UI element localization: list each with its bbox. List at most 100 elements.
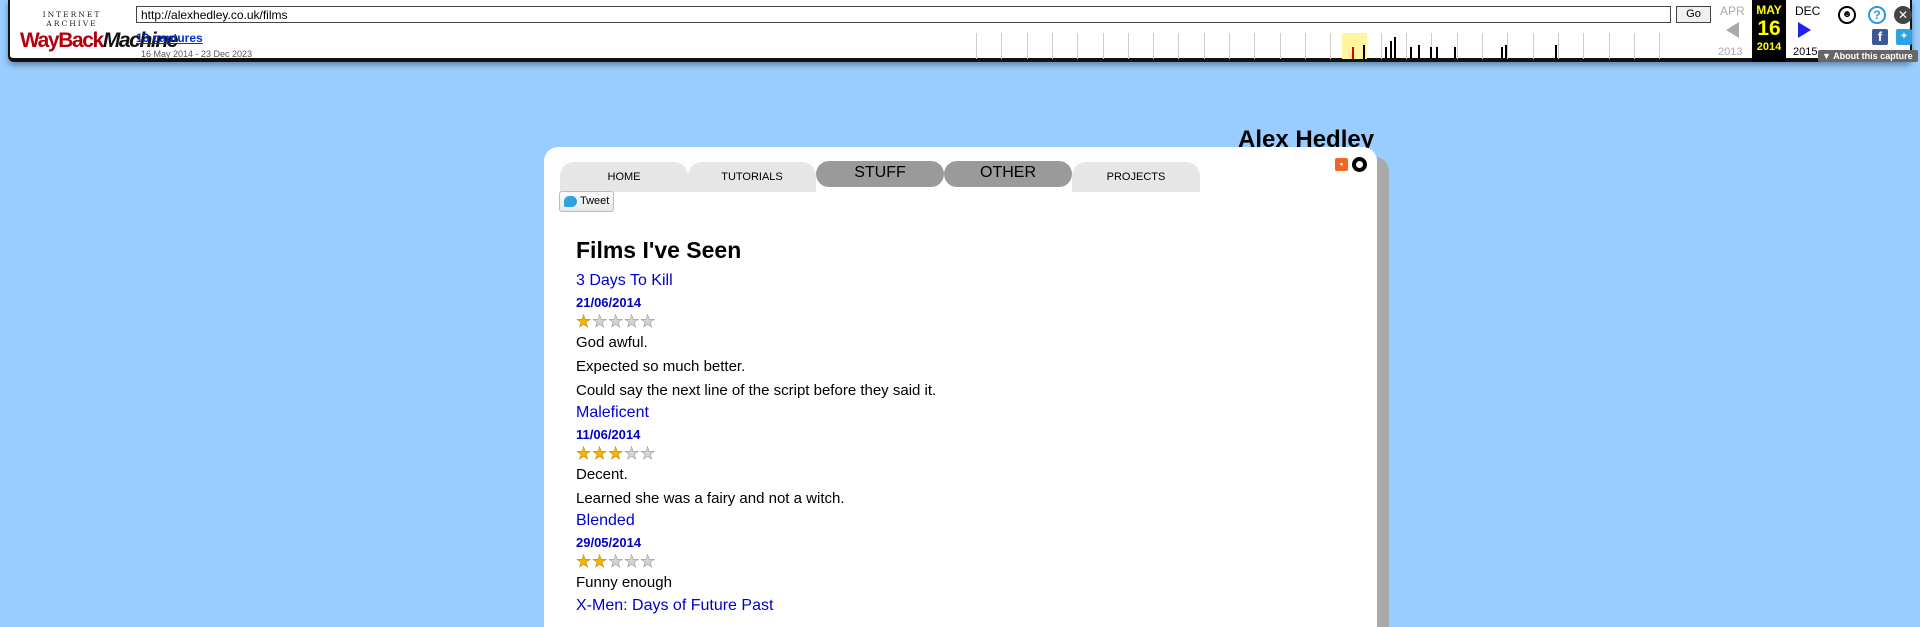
film-entry: 3 Days To Kill 21/06/2014 ★★★★★ God awfu…	[576, 271, 936, 403]
film-entry: X-Men: Days of Future Past	[576, 596, 773, 616]
year-divider	[1558, 33, 1559, 59]
review-line: Could say the next line of the script be…	[576, 382, 937, 399]
next-arrow-icon[interactable]	[1798, 22, 1811, 38]
year-divider	[1052, 33, 1053, 59]
tab-other[interactable]: OTHER	[944, 161, 1072, 187]
star-empty-icon: ★	[640, 444, 656, 463]
next-year-label[interactable]: 2015	[1793, 46, 1817, 58]
wayback-logo[interactable]: INTERNET ARCHIVE WayBackMachine	[20, 10, 178, 52]
capture-mark[interactable]	[1436, 47, 1438, 59]
year-divider	[976, 33, 977, 59]
film-title-link[interactable]: X-Men: Days of Future Past	[576, 596, 773, 616]
close-icon[interactable]: ✕	[1894, 6, 1912, 24]
star-filled-icon: ★	[592, 552, 608, 571]
year-divider	[1178, 33, 1179, 59]
star-empty-icon: ★	[592, 312, 608, 331]
capture-mark[interactable]	[1555, 45, 1557, 59]
film-entry: Maleficent 11/06/2014 ★★★★★ Decent. Lear…	[576, 403, 845, 511]
tab-tutorials[interactable]: TUTORIALS	[688, 162, 816, 192]
film-date: 29/05/2014	[576, 535, 642, 550]
year-divider	[1103, 33, 1104, 59]
prev-year-label[interactable]: 2013	[1718, 46, 1742, 58]
year-divider	[1280, 33, 1281, 59]
star-rating: ★★★★★	[576, 444, 845, 463]
page-title: Films I've Seen	[576, 237, 742, 263]
help-icon[interactable]: ?	[1868, 6, 1886, 24]
month-navigator: APR 2013 MAY 16 2014 DEC 2015	[1718, 0, 1828, 62]
current-capture-date: MAY 16 2014	[1752, 0, 1786, 62]
year-divider	[1533, 33, 1534, 59]
wayback-toolbar: INTERNET ARCHIVE WayBackMachine http://a…	[8, 0, 1918, 62]
logo-top-text: INTERNET ARCHIVE	[42, 10, 102, 28]
year-divider	[1457, 33, 1458, 59]
review-line: Expected so much better.	[576, 358, 746, 375]
prev-month-label[interactable]: APR	[1720, 4, 1745, 18]
film-title-link[interactable]: Maleficent	[576, 403, 845, 423]
year-divider	[1583, 33, 1584, 59]
tab-stuff[interactable]: STUFF	[816, 161, 944, 187]
year-divider	[1254, 33, 1255, 59]
capture-mark[interactable]	[1418, 45, 1420, 59]
capture-mark[interactable]	[1454, 47, 1456, 59]
year-divider	[1659, 33, 1660, 59]
star-empty-icon: ★	[640, 312, 656, 331]
year-divider	[1077, 33, 1078, 59]
tab-projects[interactable]: PROJECTS	[1072, 162, 1200, 192]
capture-mark[interactable]	[1363, 45, 1365, 59]
year-divider	[1330, 33, 1331, 59]
facebook-icon[interactable]: f	[1872, 29, 1888, 45]
rss-icon[interactable]: •	[1335, 158, 1348, 171]
year-divider	[1507, 33, 1508, 59]
captures-link[interactable]: 13 captures	[136, 31, 203, 45]
film-title-link[interactable]: Blended	[576, 511, 672, 531]
tab-home[interactable]: HOME	[560, 162, 688, 192]
year-divider	[1305, 33, 1306, 59]
review-line: God awful.	[576, 334, 648, 351]
star-filled-icon: ★	[608, 444, 624, 463]
star-filled-icon: ★	[576, 312, 592, 331]
star-empty-icon: ★	[624, 312, 640, 331]
go-button[interactable]: Go	[1676, 6, 1711, 23]
capture-mark[interactable]	[1501, 47, 1503, 59]
year-divider	[1229, 33, 1230, 59]
capture-mark[interactable]	[1390, 41, 1392, 59]
capture-range: 16 May 2014 - 23 Dec 2023	[141, 49, 253, 59]
url-input[interactable]: http://alexhedley.co.uk/films	[136, 6, 1671, 23]
star-empty-icon: ★	[608, 552, 624, 571]
star-empty-icon: ★	[608, 312, 624, 331]
feed-icon[interactable]	[1352, 157, 1367, 172]
capture-mark[interactable]	[1410, 47, 1412, 59]
film-entry: Blended 29/05/2014 ★★★★★ Funny enough	[576, 511, 672, 595]
prev-arrow-icon[interactable]	[1726, 22, 1739, 38]
star-filled-icon: ★	[592, 444, 608, 463]
year-divider	[1153, 33, 1154, 59]
review-line: Funny enough	[576, 574, 672, 591]
capture-mark[interactable]	[1394, 37, 1396, 59]
star-rating: ★★★★★	[576, 312, 936, 331]
star-filled-icon: ★	[576, 552, 592, 571]
twitter-bird-icon	[564, 196, 577, 207]
year-divider	[1027, 33, 1028, 59]
year-divider	[1406, 33, 1407, 59]
capture-mark[interactable]	[1385, 47, 1387, 59]
year-divider	[1381, 33, 1382, 59]
tweet-button[interactable]: Tweet	[559, 191, 614, 212]
next-month-label[interactable]: DEC	[1795, 4, 1820, 18]
capture-mark[interactable]	[1505, 45, 1507, 59]
film-date: 11/06/2014	[576, 427, 641, 442]
twitter-icon[interactable]: ✦	[1896, 29, 1912, 45]
capture-mark[interactable]	[1352, 47, 1354, 59]
film-date: 21/06/2014	[576, 295, 642, 310]
user-icon[interactable]: ☻	[1838, 6, 1856, 24]
star-empty-icon: ★	[624, 444, 640, 463]
capture-mark[interactable]	[1430, 47, 1432, 59]
capture-sparkline[interactable]	[976, 33, 1700, 59]
star-empty-icon: ★	[624, 552, 640, 571]
year-divider	[1482, 33, 1483, 59]
film-title-link[interactable]: 3 Days To Kill	[576, 271, 936, 291]
about-capture-button[interactable]: ▼ About this capture	[1818, 50, 1918, 62]
year-divider	[1128, 33, 1129, 59]
year-divider	[1001, 33, 1002, 59]
star-filled-icon: ★	[576, 444, 592, 463]
logo-wordmark: WayBackMachine	[20, 29, 178, 52]
